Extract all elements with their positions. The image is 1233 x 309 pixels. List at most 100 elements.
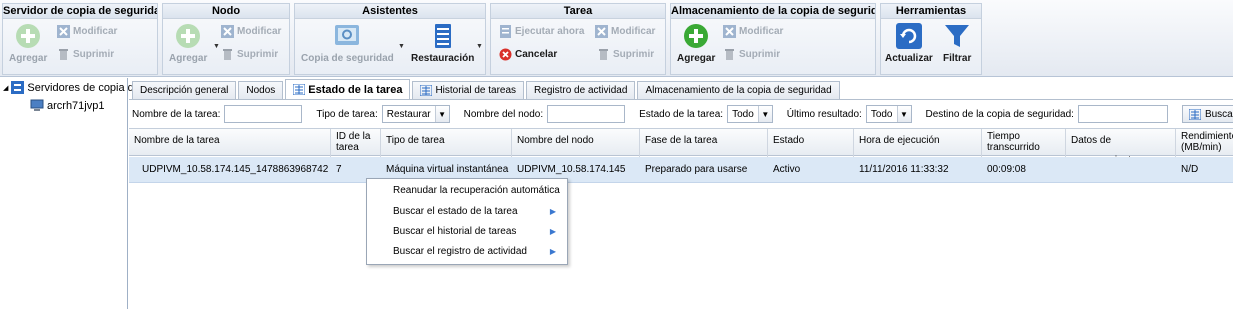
search-button[interactable]: Buscar bbox=[1181, 105, 1233, 123]
add-storage-button[interactable]: Agregar bbox=[677, 22, 715, 64]
dropdown-arrow-icon[interactable]: ▼ bbox=[476, 43, 483, 50]
ribbon-group-servidor: Servidor de copia de seguridad Agregar M… bbox=[2, 3, 158, 75]
tab-nodes[interactable]: Nodos bbox=[238, 81, 284, 99]
delete-node-button[interactable]: Suprimir bbox=[221, 48, 278, 61]
submenu-arrow-icon: ▶ bbox=[549, 227, 556, 236]
modify-task-button[interactable]: Modificar bbox=[595, 25, 655, 38]
task-state-select[interactable]: Todo ▼ bbox=[727, 105, 773, 123]
column-header[interactable]: Hora de ejecución bbox=[854, 129, 982, 157]
button-label: Suprimir bbox=[73, 49, 115, 60]
column-header[interactable]: Tiempo transcurrido bbox=[982, 129, 1066, 157]
group-title: Asistentes bbox=[295, 4, 485, 19]
column-header[interactable]: Nombre del nodo bbox=[512, 129, 640, 157]
task-type-select[interactable]: Restaurar ▼ bbox=[381, 105, 450, 123]
column-header[interactable]: Fase de la tarea bbox=[640, 129, 768, 157]
button-label: Copia de seguridad bbox=[301, 53, 394, 64]
filter-label: Destino de la copia de seguridad: bbox=[925, 108, 1074, 120]
cancel-icon bbox=[499, 48, 512, 61]
button-label: Suprimir bbox=[237, 49, 279, 60]
tab-overview[interactable]: Descripción general bbox=[132, 81, 237, 99]
throughput-cell: N/D bbox=[1181, 164, 1199, 175]
modify-server-button[interactable]: Modificar bbox=[57, 25, 117, 38]
tab-task-history[interactable]: Historial de tareas bbox=[412, 81, 525, 99]
button-label: Modificar bbox=[237, 26, 282, 37]
ribbon-toolbar: Servidor de copia de seguridad Agregar M… bbox=[0, 0, 1233, 77]
menu-item-find-task-status[interactable]: Buscar el estado de la tarea ▶ bbox=[368, 202, 566, 222]
dropdown-arrow-icon[interactable]: ▼ bbox=[213, 43, 220, 50]
menu-item-resume-recovery[interactable]: Reanudar la recuperación automática bbox=[368, 181, 566, 201]
tree-item-label: Servidores de copia de bbox=[27, 81, 140, 94]
column-header[interactable]: ID de la tarea bbox=[331, 129, 381, 157]
button-label: Suprimir bbox=[613, 49, 655, 60]
menu-item-find-activity-log[interactable]: Buscar el registro de actividad ▶ bbox=[368, 242, 566, 262]
destination-input[interactable] bbox=[1077, 105, 1168, 123]
filter-button[interactable]: Filtrar bbox=[943, 22, 971, 64]
tab-label: Nodos bbox=[246, 84, 276, 96]
group-title: Herramientas bbox=[881, 4, 981, 19]
button-label: Modificar bbox=[611, 26, 656, 37]
collapse-icon[interactable]: ◢ bbox=[3, 84, 8, 92]
table-header: Nombre de la tarea ID de la tarea Tipo d… bbox=[129, 128, 1233, 157]
add-server-button[interactable]: Agregar bbox=[9, 22, 47, 64]
tab-activity-log[interactable]: Registro de actividad bbox=[526, 81, 636, 99]
add-icon bbox=[16, 24, 41, 48]
filter-label: Nombre de la tarea: bbox=[132, 108, 221, 120]
trash-icon bbox=[725, 49, 734, 60]
delete-task-button[interactable]: Suprimir bbox=[597, 48, 654, 61]
task-history-icon bbox=[420, 85, 433, 96]
button-label: Agregar bbox=[677, 53, 716, 64]
filter-icon bbox=[945, 25, 970, 47]
computer-icon bbox=[30, 99, 44, 111]
table-row[interactable]: UDPIVM_10.58.174.145_1478863968742 7 Máq… bbox=[129, 157, 1233, 183]
dropdown-arrow-icon[interactable]: ▼ bbox=[398, 43, 405, 50]
refresh-icon bbox=[895, 23, 922, 49]
modify-node-button[interactable]: Modificar bbox=[221, 25, 281, 38]
edit-icon bbox=[595, 25, 608, 38]
menu-item-label: Buscar el registro de actividad bbox=[393, 246, 527, 257]
run-icon bbox=[500, 25, 511, 38]
column-header[interactable]: Datos de procesamiento bbox=[1066, 129, 1176, 157]
ribbon-group-tarea: Tarea Ejecutar ahora Modificar Cancelar … bbox=[490, 3, 666, 75]
add-node-button[interactable]: Agregar bbox=[169, 22, 207, 64]
tab-task-status[interactable]: Estado de la tarea bbox=[285, 79, 411, 99]
task-status-panel: Nombre de la tarea: Tipo de tarea: Resta… bbox=[129, 99, 1233, 309]
tab-label: Estado de la tarea bbox=[308, 83, 403, 96]
button-label: Ejecutar ahora bbox=[515, 26, 585, 37]
trash-icon bbox=[599, 49, 608, 60]
button-label: Restauración bbox=[411, 53, 475, 64]
edit-icon bbox=[723, 25, 736, 38]
edit-icon bbox=[57, 25, 70, 38]
menu-item-find-task-history[interactable]: Buscar el historial de tareas ▶ bbox=[368, 222, 566, 242]
column-header[interactable]: Tipo de tarea bbox=[381, 129, 512, 157]
backup-wizard-button[interactable]: Copia de seguridad bbox=[301, 22, 394, 64]
tree-item-root[interactable]: ◢ Servidores de copia de bbox=[3, 81, 140, 94]
tab-label: Almacenamiento de la copia de seguridad bbox=[645, 84, 832, 96]
chevron-down-icon[interactable]: ▼ bbox=[896, 106, 911, 122]
refresh-button[interactable]: Actualizar bbox=[885, 22, 933, 64]
run-now-button[interactable]: Ejecutar ahora bbox=[499, 25, 584, 38]
backup-icon bbox=[335, 25, 360, 45]
delete-storage-button[interactable]: Suprimir bbox=[723, 48, 780, 61]
task-name-input[interactable] bbox=[224, 105, 303, 123]
tree-item-server[interactable]: arcrh71jvp1 bbox=[30, 99, 104, 112]
group-title: Nodo bbox=[163, 4, 289, 19]
cell-text: UDPIVM_10.58.174.145_1478863968742 bbox=[142, 164, 329, 175]
node-name-input[interactable] bbox=[547, 105, 626, 123]
column-header[interactable]: Estado bbox=[768, 129, 854, 157]
trash-icon bbox=[223, 49, 232, 60]
select-value: Todo bbox=[870, 108, 893, 120]
restore-wizard-button[interactable]: Restauración bbox=[411, 22, 474, 64]
column-header[interactable]: Rendimiento (MB/min) bbox=[1176, 129, 1233, 157]
modify-storage-button[interactable]: Modificar bbox=[723, 25, 783, 38]
task-name-cell: UDPIVM_10.58.174.145_1478863968742 bbox=[133, 157, 331, 183]
chevron-down-icon[interactable]: ▼ bbox=[757, 106, 772, 122]
cancel-task-button[interactable]: Cancelar bbox=[499, 48, 557, 61]
select-value: Todo bbox=[732, 108, 754, 120]
column-header[interactable]: Nombre de la tarea bbox=[129, 129, 331, 157]
chevron-down-icon[interactable]: ▼ bbox=[434, 106, 449, 122]
delete-server-button[interactable]: Suprimir bbox=[57, 48, 114, 61]
tab-bar: Descripción general Nodos Estado de la t… bbox=[129, 79, 840, 99]
last-result-select[interactable]: Todo ▼ bbox=[865, 105, 912, 123]
server-tree: ◢ Servidores de copia de arcrh71jvp1 bbox=[0, 78, 140, 309]
tab-backup-storage[interactable]: Almacenamiento de la copia de seguridad bbox=[637, 81, 840, 99]
